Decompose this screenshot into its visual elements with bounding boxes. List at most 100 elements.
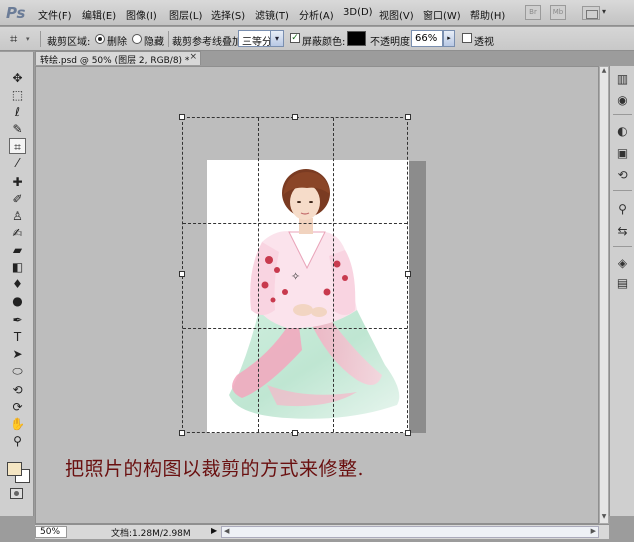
menu-file[interactable]: 文件(F) <box>38 7 72 22</box>
adjustments-icon[interactable]: ◐ <box>615 124 630 139</box>
menu-layer[interactable]: 图层(L) <box>169 7 202 22</box>
screen-mode-dropdown-icon[interactable]: ▾ <box>602 7 606 16</box>
menu-image[interactable]: 图像(I) <box>126 7 157 22</box>
status-menu-icon[interactable]: ▶ <box>211 526 217 535</box>
opacity-label: 不透明度: <box>370 37 414 48</box>
crop-center-icon[interactable]: ✧ <box>291 270 300 283</box>
menu-window[interactable]: 窗口(W) <box>423 7 461 22</box>
healing-brush-tool-icon[interactable]: ✚ <box>9 174 26 190</box>
histogram-icon[interactable]: ▥ <box>615 72 630 87</box>
document-size-info: 文档:1.28M/2.98M <box>111 529 191 539</box>
document-tab[interactable]: 转绘.psd @ 50% (图层 2, RGB/8) * × <box>35 51 201 66</box>
color-wheel-icon[interactable]: ◉ <box>615 93 630 108</box>
delete-radio[interactable] <box>95 34 105 44</box>
zoom-tool-icon[interactable]: ⚲ <box>9 433 26 449</box>
menu-select[interactable]: 选择(S) <box>211 7 245 22</box>
channels-icon[interactable]: ▤ <box>615 276 630 291</box>
3d-rotate-tool-icon[interactable]: ⟲ <box>9 382 26 398</box>
overlay-select[interactable]: 三等分 ▾ <box>238 30 284 48</box>
3d-orbit-tool-icon[interactable]: ⟳ <box>9 399 26 415</box>
pen-tool-icon[interactable]: ✒ <box>9 312 26 328</box>
color-label: 颜色: <box>322 37 346 48</box>
lasso-tool-icon[interactable]: ℓ <box>9 104 26 120</box>
crop-grid-line <box>183 223 407 224</box>
crop-grid-line <box>183 328 407 329</box>
horizontal-scrollbar[interactable]: ◀ ▶ <box>221 526 599 538</box>
chevron-down-icon: ▾ <box>270 31 283 46</box>
masks-icon[interactable]: ▣ <box>615 146 630 161</box>
vertical-scrollbar[interactable]: ▲ ▼ <box>599 66 609 524</box>
brush-presets-icon[interactable]: ⚲ <box>615 202 630 217</box>
tool-preset-picker[interactable]: ⌗ ▾ <box>6 30 36 48</box>
delete-label[interactable]: 删除 <box>107 33 127 48</box>
document-shadow <box>408 161 426 433</box>
hide-label[interactable]: 隐藏 <box>144 33 164 48</box>
clone-source-icon[interactable]: ⇆ <box>615 224 630 239</box>
crop-tool-icon[interactable]: ⌗ <box>9 138 26 154</box>
document-title: 转绘.psd @ 50% (图层 2, RGB/8) * <box>40 56 190 66</box>
opacity-slider-button[interactable]: ▸ <box>443 30 455 47</box>
tutorial-caption: 把照片的构图以裁剪的方式来修整. <box>65 458 365 480</box>
crop-handle-right[interactable] <box>405 271 411 277</box>
hand-tool-icon[interactable]: ✋ <box>9 416 26 432</box>
hide-radio[interactable] <box>132 34 142 44</box>
brush-tool-icon[interactable]: ✐ <box>9 191 26 207</box>
canvas-area[interactable]: ✧ 把照片的构图以裁剪的方式来修整. <box>35 66 599 524</box>
crop-handle-top-right[interactable] <box>405 114 411 120</box>
crop-handle-bottom-right[interactable] <box>405 430 411 436</box>
shield-checkbox[interactable]: ✓ <box>290 33 300 43</box>
shield-label[interactable]: 屏蔽 <box>302 33 322 48</box>
menu-edit[interactable]: 编辑(E) <box>82 7 116 22</box>
layers-icon[interactable]: ◈ <box>615 256 630 271</box>
move-tool-icon[interactable]: ✥ <box>9 70 26 86</box>
scroll-right-icon[interactable]: ▶ <box>591 527 596 535</box>
zoom-level-field[interactable]: 50% <box>35 526 67 538</box>
menu-filter[interactable]: 滤镜(T) <box>255 7 289 22</box>
tools-panel: ✥ ⬚ ℓ ✎ ⌗ ⁄ ✚ ✐ ♙ ✍ ▰ ◧ ♦ ● ✒ T ➤ ⬭ ⟲ ⟳ … <box>0 52 34 516</box>
panel-dock: ▥ ◉ ◐ ▣ ⟲ ⚲ ⇆ ◈ ▤ <box>609 66 634 516</box>
scroll-left-icon[interactable]: ◀ <box>224 527 229 535</box>
perspective-checkbox[interactable] <box>462 33 472 43</box>
menu-view[interactable]: 视图(V) <box>379 7 414 22</box>
blur-tool-icon[interactable]: ♦ <box>9 276 26 292</box>
menu-bar: Ps 文件(F) 编辑(E) 图像(I) 图层(L) 选择(S) 滤镜(T) 分… <box>0 0 634 26</box>
scroll-down-icon[interactable]: ▼ <box>600 513 608 523</box>
minibridge-icon[interactable]: Mb <box>550 5 566 20</box>
overlay-label: 裁剪参考线叠加: <box>172 37 246 48</box>
crop-handle-bottom-left[interactable] <box>179 430 185 436</box>
quick-mask-icon[interactable] <box>10 488 23 499</box>
gradient-tool-icon[interactable]: ◧ <box>9 259 26 275</box>
marquee-tool-icon[interactable]: ⬚ <box>9 87 26 103</box>
perspective-label[interactable]: 透视 <box>474 33 494 48</box>
history-icon[interactable]: ⟲ <box>615 168 630 183</box>
quick-select-tool-icon[interactable]: ✎ <box>9 121 26 137</box>
options-bar: ⌗ ▾ 裁剪区域: 删除 隐藏 裁剪参考线叠加: 三等分 ▾ ✓ 屏蔽 颜色: … <box>0 27 634 51</box>
path-select-tool-icon[interactable]: ➤ <box>9 346 26 362</box>
crop-handle-top-left[interactable] <box>179 114 185 120</box>
crop-grid-line <box>258 118 259 432</box>
crop-handle-bottom[interactable] <box>292 430 298 436</box>
eyedropper-tool-icon[interactable]: ⁄ <box>9 155 26 171</box>
crop-icon: ⌗ <box>10 32 18 47</box>
crop-area-label: 裁剪区域: <box>47 37 91 48</box>
history-brush-tool-icon[interactable]: ✍ <box>9 225 26 241</box>
foreground-color-swatch[interactable] <box>7 462 22 476</box>
clone-stamp-tool-icon[interactable]: ♙ <box>9 208 26 224</box>
chevron-down-icon: ▾ <box>26 35 30 43</box>
opacity-input[interactable] <box>411 30 443 47</box>
menu-3d[interactable]: 3D(D) <box>343 7 373 18</box>
scroll-up-icon[interactable]: ▲ <box>600 67 608 77</box>
close-icon[interactable]: × <box>189 52 197 62</box>
bridge-icon[interactable]: Br <box>525 5 541 20</box>
menu-help[interactable]: 帮助(H) <box>470 7 505 22</box>
crop-handle-top[interactable] <box>292 114 298 120</box>
shape-tool-icon[interactable]: ⬭ <box>9 363 26 379</box>
dodge-tool-icon[interactable]: ● <box>9 293 26 309</box>
divider <box>168 31 169 47</box>
eraser-tool-icon[interactable]: ▰ <box>9 242 26 258</box>
type-tool-icon[interactable]: T <box>9 329 26 345</box>
shield-color-swatch[interactable] <box>347 31 366 46</box>
crop-handle-left[interactable] <box>179 271 185 277</box>
screen-mode-icon[interactable] <box>582 6 600 20</box>
menu-analysis[interactable]: 分析(A) <box>299 7 334 22</box>
